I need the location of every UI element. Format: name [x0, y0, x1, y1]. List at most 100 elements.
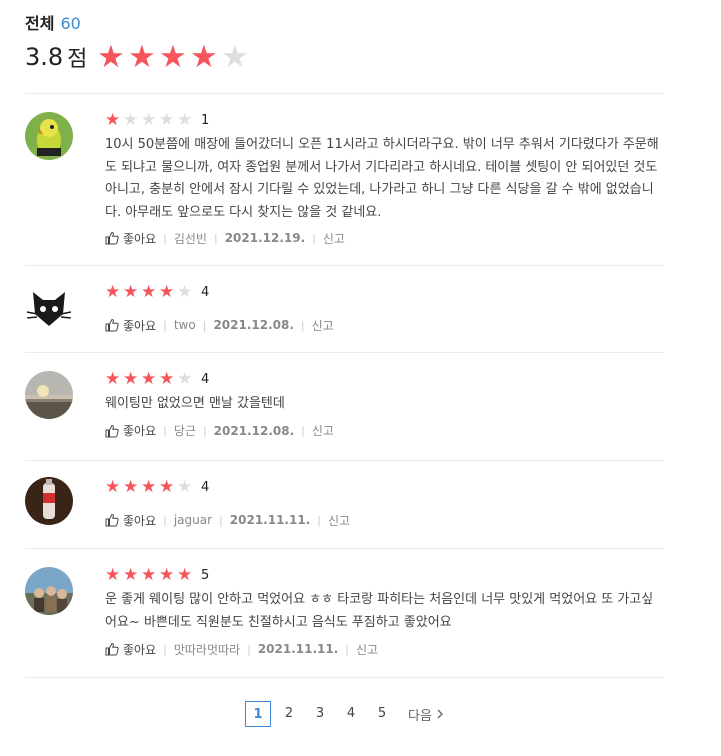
rating-value: 4: [201, 284, 210, 300]
page-5[interactable]: 5: [369, 701, 395, 727]
rating-value: 1: [201, 112, 210, 128]
review-author[interactable]: jaguar: [174, 513, 212, 527]
review-star-rating: ★ ★ ★ ★ ★ 4: [105, 477, 664, 497]
star-icon: ★: [141, 477, 157, 497]
review-list: ★ ★ ★ ★ ★ 1 10시 50분쯤에 매장에 들어갔더니 오픈 11시라고…: [25, 93, 664, 678]
review-body: ★ ★ ★ ★ ★ 5 운 좋게 웨이팅 많이 안하고 먹었어요 ㅎㅎ 타코랑 …: [105, 565, 664, 658]
star-icon: ★: [177, 110, 193, 130]
like-button[interactable]: 좋아요: [105, 422, 156, 439]
report-button[interactable]: 신고: [356, 641, 378, 658]
star-icon: ★: [128, 39, 156, 75]
page-2[interactable]: 2: [276, 701, 302, 727]
page-4[interactable]: 4: [338, 701, 364, 727]
divider: |: [301, 424, 305, 437]
star-icon: ★: [105, 110, 121, 130]
review-date: 2021.12.08.: [213, 423, 295, 438]
divider: |: [213, 231, 218, 245]
page-1[interactable]: 1: [245, 701, 271, 727]
reviewer-avatar[interactable]: [25, 371, 73, 419]
divider: |: [345, 642, 350, 656]
divider: |: [202, 318, 207, 332]
star-icon: ★: [141, 110, 157, 130]
pagination: 1 2 3 4 5 다음: [245, 701, 445, 727]
thumbs-up-icon: [105, 642, 119, 656]
divider: |: [247, 642, 251, 656]
reviewer-avatar[interactable]: [25, 112, 73, 160]
next-page-button[interactable]: 다음: [408, 705, 445, 724]
review-section: { "summary": { "label": "전체", "count": "…: [0, 0, 721, 756]
like-label: 좋아요: [123, 642, 157, 657]
like-button[interactable]: 좋아요: [105, 317, 156, 334]
like-button[interactable]: 좋아요: [105, 641, 156, 658]
star-icon: ★: [190, 39, 218, 75]
star-icon: ★: [159, 39, 187, 75]
divider: |: [163, 513, 167, 527]
thumbs-up-icon: [105, 424, 119, 437]
star-icon: ★: [123, 282, 139, 302]
review-meta: 좋아요 | 김선빈 | 2021.12.19. | 신고: [105, 229, 664, 247]
report-button[interactable]: 신고: [323, 230, 345, 247]
like-label: 좋아요: [123, 318, 157, 333]
reviewer-avatar[interactable]: [25, 284, 73, 332]
star-icon: ★: [159, 565, 175, 585]
like-button[interactable]: 좋아요: [105, 230, 156, 247]
review-meta: 좋아요 | two | 2021.12.08. | 신고: [105, 316, 664, 334]
chevron-right-icon: [437, 709, 443, 719]
page-3[interactable]: 3: [307, 701, 333, 727]
average-star-rating: ★ ★ ★ ★ ★: [95, 40, 250, 74]
total-count: 60: [60, 14, 81, 33]
thumbs-up-icon: [105, 318, 119, 332]
review-author[interactable]: 맛따라멋따라: [174, 641, 240, 658]
review-author[interactable]: two: [174, 318, 196, 332]
review-star-rating: ★ ★ ★ ★ ★ 5: [105, 565, 664, 585]
review-star-rating: ★ ★ ★ ★ ★ 4: [105, 369, 664, 389]
divider: |: [202, 424, 207, 437]
like-label: 좋아요: [123, 424, 157, 438]
star-icon: ★: [123, 369, 139, 389]
star-icon: ★: [105, 282, 121, 302]
divider: |: [163, 642, 167, 656]
star-icon: ★: [159, 477, 175, 497]
review-star-rating: ★ ★ ★ ★ ★ 4: [105, 282, 664, 302]
review-meta: 좋아요 | jaguar | 2021.11.11. | 신고: [105, 511, 664, 529]
report-button[interactable]: 신고: [312, 422, 334, 439]
total-label: 전체: [25, 14, 55, 33]
reviewer-avatar[interactable]: [25, 567, 73, 615]
review-author[interactable]: 당근: [174, 422, 196, 439]
review-item: ★ ★ ★ ★ ★ 4 좋아요 | jaguar | 2021.11.11. |…: [25, 461, 664, 549]
divider: |: [163, 231, 167, 245]
review-total-header: 전체 60: [25, 10, 81, 34]
rating-value: 4: [201, 371, 210, 387]
divider: |: [317, 513, 321, 527]
score-value: 3.8: [25, 43, 64, 71]
review-date: 2021.12.08.: [213, 318, 294, 332]
reviewer-avatar[interactable]: [25, 477, 73, 525]
star-icon: ★: [105, 565, 121, 585]
report-button[interactable]: 신고: [328, 512, 350, 529]
rating-value: 5: [201, 567, 210, 583]
review-body: ★ ★ ★ ★ ★ 4 좋아요 | jaguar | 2021.11.11. |…: [105, 477, 664, 529]
star-icon: ★: [141, 565, 157, 585]
star-icon: ★: [97, 39, 125, 75]
star-icon: ★: [141, 369, 157, 389]
divider: |: [219, 513, 223, 527]
review-item: ★ ★ ★ ★ ★ 5 운 좋게 웨이팅 많이 안하고 먹었어요 ㅎㅎ 타코랑 …: [25, 549, 664, 678]
review-author[interactable]: 김선빈: [174, 230, 207, 247]
review-body: ★ ★ ★ ★ ★ 4 좋아요 | two | 2021.12.08. | 신고: [105, 282, 664, 334]
like-label: 좋아요: [123, 231, 157, 246]
review-date: 2021.11.11.: [229, 513, 311, 527]
review-item: ★ ★ ★ ★ ★ 4 웨이팅만 없었으면 맨날 갔을텐데 좋아요 | 당근 |: [25, 353, 664, 461]
review-text: 웨이팅만 없었으면 맨날 갔을텐데: [105, 396, 285, 411]
star-icon: ★: [123, 477, 139, 497]
star-icon: ★: [177, 565, 193, 585]
report-button[interactable]: 신고: [312, 317, 334, 334]
review-meta: 좋아요 | 맛따라멋따라 | 2021.11.11. | 신고: [105, 640, 664, 658]
star-icon: ★: [159, 282, 175, 302]
star-icon: ★: [159, 110, 175, 130]
star-icon: ★: [141, 282, 157, 302]
review-date: 2021.12.19.: [224, 231, 306, 245]
star-icon: ★: [177, 369, 193, 389]
review-text: 운 좋게 웨이팅 많이 안하고 먹었어요 ㅎㅎ 타코랑 파히타는 처음인데 너무…: [105, 592, 654, 630]
like-button[interactable]: 좋아요: [105, 512, 156, 529]
next-label: 다음: [408, 708, 432, 724]
